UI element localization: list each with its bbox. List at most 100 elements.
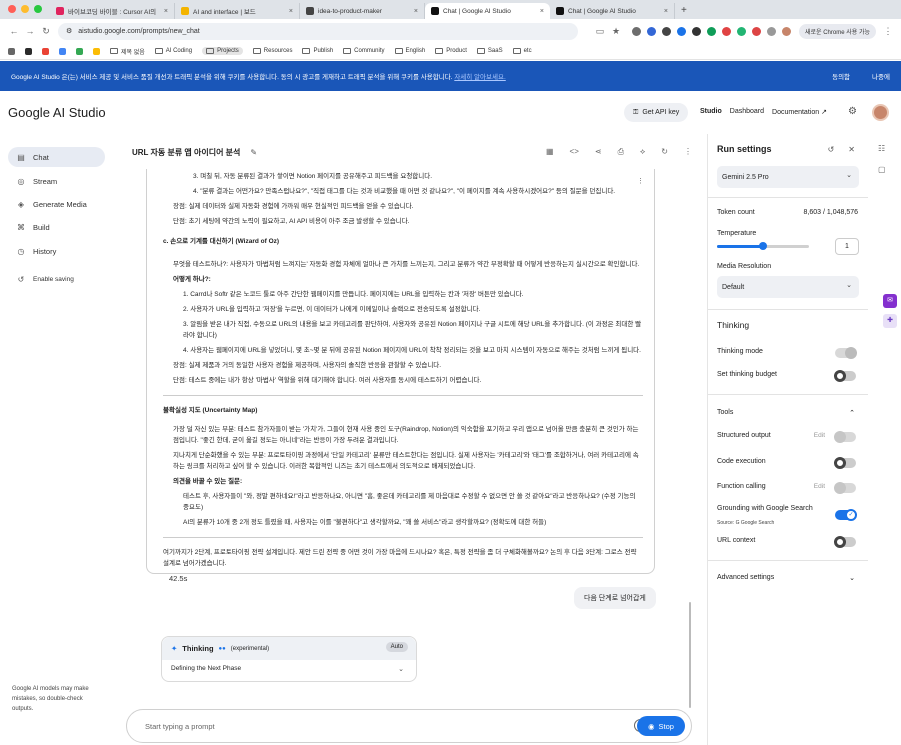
nav-documentation-link[interactable]: Documentation ↗ xyxy=(772,108,827,116)
grounding-toggle[interactable]: ✓ xyxy=(835,509,857,521)
slider-handle[interactable] xyxy=(759,242,767,250)
bookmark-folder[interactable]: Resources xyxy=(252,48,292,54)
extension-icon[interactable] xyxy=(677,26,686,36)
extension-icon[interactable] xyxy=(722,26,731,36)
site-info-icon[interactable]: ⚙ xyxy=(66,27,72,35)
settings-gear-icon[interactable]: ⚙ xyxy=(848,106,857,117)
edit-title-icon[interactable]: ✎ xyxy=(250,148,257,157)
close-tab-icon[interactable]: × xyxy=(164,8,168,15)
reload-icon[interactable]: ↻ xyxy=(38,26,54,37)
bookmark-folder[interactable]: Projects xyxy=(202,47,243,55)
chrome-update-button[interactable]: 새로운 Chrome 사용 가능 xyxy=(799,23,876,39)
browser-tab[interactable]: AI and interface | 보드 × xyxy=(175,3,300,19)
save-icon[interactable]: ⎙ xyxy=(618,147,624,157)
enable-saving-button[interactable]: ↺ Enable saving xyxy=(8,269,105,289)
chat-scrollbar[interactable] xyxy=(689,602,691,708)
nav-dashboard-link[interactable]: Dashboard xyxy=(730,108,764,116)
extension-icon[interactable] xyxy=(752,26,761,36)
zoom-window-button[interactable] xyxy=(34,5,42,13)
extension-tool-icon[interactable]: ✚ xyxy=(883,314,897,328)
get-api-key-button[interactable]: ⚿ Get API key xyxy=(624,103,689,122)
nav-studio-link[interactable]: Studio xyxy=(700,108,722,116)
extensions-puzzle-icon[interactable] xyxy=(767,26,776,36)
code-execution-toggle[interactable] xyxy=(834,457,856,469)
thinking-panel[interactable]: ✦ Thinking ●● (experimental) Auto Defini… xyxy=(161,636,417,682)
extension-icon[interactable] xyxy=(647,26,656,36)
bookmark-favicon-icon[interactable] xyxy=(25,47,32,55)
extension-icon[interactable] xyxy=(692,26,701,36)
media-resolution-select[interactable]: Default ⌄ xyxy=(717,276,859,298)
extension-icon[interactable] xyxy=(737,26,746,36)
close-window-button[interactable] xyxy=(8,5,16,13)
close-tab-icon[interactable]: × xyxy=(664,8,668,15)
gallery-icon[interactable]: ▢ xyxy=(878,165,886,174)
bookmark-favicon-icon[interactable] xyxy=(59,47,66,55)
refresh-icon[interactable]: ↻ xyxy=(661,147,668,157)
sidebar-item-history[interactable]: ◷ History xyxy=(8,241,105,261)
sidebar-item-generate-media[interactable]: ◈ Generate Media xyxy=(8,194,105,214)
temperature-slider[interactable] xyxy=(717,242,809,250)
cookie-learn-more-link[interactable]: 자세히 알아보세요. xyxy=(454,74,505,81)
cookie-agree-button[interactable]: 동의함 xyxy=(832,71,850,81)
extension-icon[interactable] xyxy=(632,26,641,36)
apps-grid-icon[interactable] xyxy=(8,47,15,55)
thinking-budget-toggle[interactable] xyxy=(834,370,856,382)
extension-assistant-icon[interactable]: ✉ xyxy=(883,294,897,308)
share-icon[interactable]: ⋖ xyxy=(595,147,602,157)
browser-tab[interactable]: 바이브코딩 바이블 : Cursor AI의 × xyxy=(50,3,175,19)
more-options-icon[interactable]: ⋮ xyxy=(684,147,692,157)
close-icon[interactable]: ✕ xyxy=(848,145,855,154)
advanced-settings-label[interactable]: Advanced settings xyxy=(717,574,774,581)
temperature-input[interactable]: 1 xyxy=(835,238,859,255)
bookmark-folder[interactable]: Publish xyxy=(302,48,333,54)
app-logo[interactable]: Google AI Studio xyxy=(8,105,106,120)
bookmark-folder[interactable]: Product xyxy=(435,48,467,54)
extension-icon[interactable] xyxy=(662,26,671,36)
sidebar-item-build[interactable]: ⌘ Build xyxy=(8,217,105,237)
browser-tab[interactable]: idea-to-product-maker × xyxy=(300,3,425,19)
gmail-icon[interactable] xyxy=(42,47,49,55)
minimize-window-button[interactable] xyxy=(21,5,29,13)
install-app-icon[interactable]: ▭ xyxy=(592,26,608,37)
sidebar-item-chat[interactable]: ▤ Chat xyxy=(8,147,105,167)
tune-icon[interactable]: ☷ xyxy=(878,144,885,153)
browser-tab[interactable]: Chat | Google AI Studio × xyxy=(550,3,675,19)
new-tab-icon[interactable]: + xyxy=(675,5,693,19)
chevron-down-icon[interactable]: ⌄ xyxy=(398,665,404,673)
extension-icon[interactable] xyxy=(707,26,716,36)
model-select[interactable]: Gemini 2.5 Pro ⌄ xyxy=(717,166,859,188)
chevron-down-icon[interactable]: ⌄ xyxy=(849,574,855,582)
bookmark-folder[interactable]: AI Coding xyxy=(154,48,192,54)
prompt-input[interactable]: Start typing a prompt + ◉Stop xyxy=(126,709,692,743)
branch-icon[interactable]: ⟡ xyxy=(640,147,645,157)
back-icon[interactable]: ← xyxy=(6,26,22,36)
reset-icon[interactable]: ↺ xyxy=(828,145,835,154)
url-input[interactable]: ⚙ aistudio.google.com/prompts/new_chat xyxy=(58,22,578,40)
more-menu-icon[interactable]: ⋮ xyxy=(880,26,896,37)
bookmark-favicon-icon[interactable] xyxy=(93,47,100,55)
user-avatar[interactable] xyxy=(872,104,889,121)
bookmark-folder[interactable]: Community xyxy=(343,48,385,54)
bookmark-favicon-icon[interactable] xyxy=(76,47,83,55)
chevron-up-icon[interactable]: ⌃ xyxy=(849,409,855,417)
code-icon[interactable]: <> xyxy=(570,147,579,157)
bookmark-folder[interactable]: etc xyxy=(512,48,532,54)
bookmark-folder[interactable]: English xyxy=(394,48,425,54)
sidebar-item-stream[interactable]: ◎ Stream xyxy=(8,171,105,191)
bookmark-star-icon[interactable]: ★ xyxy=(608,26,624,37)
url-context-toggle[interactable] xyxy=(834,536,856,548)
close-tab-icon[interactable]: × xyxy=(289,8,293,15)
forward-icon[interactable]: → xyxy=(22,26,38,36)
function-calling-toggle[interactable] xyxy=(834,482,856,494)
profile-avatar-icon[interactable] xyxy=(782,26,791,36)
bookmark-folder[interactable]: SaaS xyxy=(476,48,503,54)
close-tab-icon[interactable]: × xyxy=(540,8,544,15)
bookmark-folder[interactable]: 제목 없음 xyxy=(110,47,145,56)
compare-icon[interactable]: ▦ xyxy=(546,147,554,157)
stop-button[interactable]: ◉ Stop xyxy=(637,716,685,736)
browser-tab-active[interactable]: Chat | Google AI Studio × xyxy=(425,3,550,19)
cookie-later-button[interactable]: 나중에 xyxy=(872,71,890,81)
chat-title[interactable]: URL 자동 분류 앱 아이디어 분석 xyxy=(132,147,240,158)
structured-output-toggle[interactable] xyxy=(834,431,856,443)
close-tab-icon[interactable]: × xyxy=(414,8,418,15)
